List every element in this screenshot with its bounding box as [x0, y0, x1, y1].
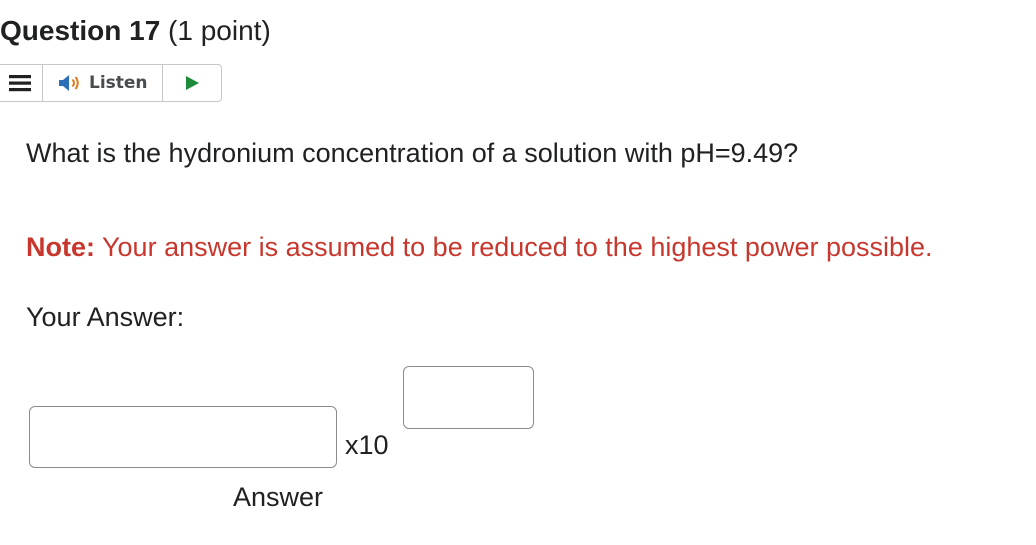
question-title: Question 17 [0, 15, 161, 46]
times-ten-label: x10 [345, 430, 389, 460]
note-label: Note: [26, 232, 95, 262]
your-answer-label: Your Answer: [26, 302, 185, 332]
answer-caption: Answer [233, 482, 324, 512]
listen-toolbar: Listen [0, 64, 222, 102]
answer-note: Note: Your answer is assumed to be reduc… [26, 230, 933, 264]
speaker-icon [59, 75, 79, 91]
note-text: Your answer is assumed to be reduced to … [95, 232, 933, 262]
listen-label: Listen [89, 73, 148, 93]
question-header: Question 17 (1 point) [0, 14, 271, 48]
exponent-input[interactable] [403, 366, 534, 429]
listen-button[interactable]: Listen [43, 65, 163, 101]
listen-menu-button[interactable] [0, 65, 43, 101]
play-icon [185, 76, 199, 90]
question-points: (1 point) [160, 15, 271, 46]
hamburger-menu-icon [9, 75, 31, 92]
question-prompt: What is the hydronium concentration of a… [26, 138, 799, 168]
play-button[interactable] [163, 65, 221, 101]
mantissa-input[interactable] [29, 406, 337, 468]
